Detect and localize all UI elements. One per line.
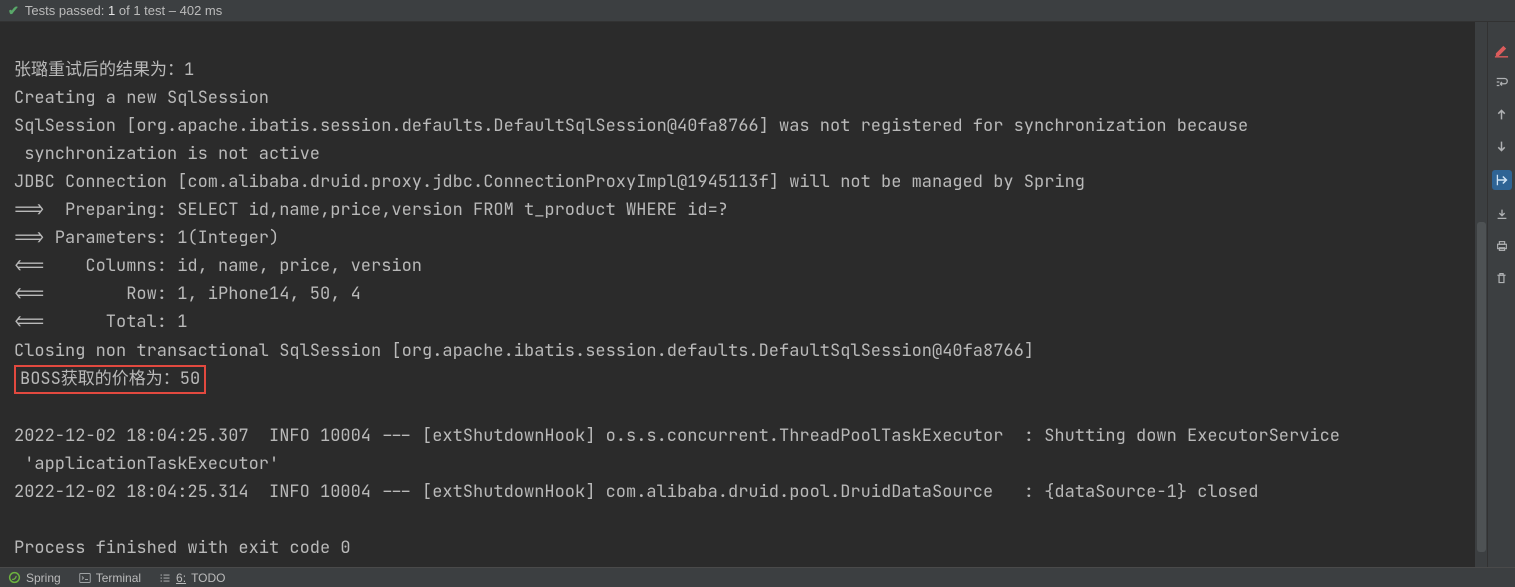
log-line: <== Columns: id, name, price, version	[14, 255, 422, 277]
console-output: 张璐重试后的结果为：1 Creating a new SqlSession Sq…	[0, 22, 1487, 567]
highlighted-log-line: BOSS获取的价格为：50	[14, 365, 206, 395]
export-icon[interactable]	[1494, 206, 1510, 222]
log-line: Process finished with exit code 0	[14, 537, 351, 559]
log-line: synchronization is not active	[14, 143, 320, 165]
tests-passed-label: Tests passed: 1 of 1 test – 402 ms	[25, 3, 222, 18]
trash-icon[interactable]	[1494, 270, 1510, 286]
log-line: 张璐重试后的结果为：1	[14, 59, 194, 81]
log-line: ==> Parameters: 1(Integer)	[14, 227, 279, 249]
test-status-bar: ✔ Tests passed: 1 of 1 test – 402 ms	[0, 0, 1515, 22]
console-scroll-area[interactable]: 张璐重试后的结果为：1 Creating a new SqlSession Sq…	[0, 22, 1487, 567]
log-line: Closing non transactional SqlSession [or…	[14, 340, 1034, 362]
log-line: SqlSession [org.apache.ibatis.session.de…	[14, 115, 1248, 137]
right-tool-gutter	[1487, 22, 1515, 567]
log-line: <== Total: 1	[14, 311, 187, 333]
scroll-to-end-icon[interactable]	[1492, 170, 1512, 190]
todo-icon	[159, 572, 171, 584]
log-line: 2022-12-02 18:04:25.314 INFO 10004 --- […	[14, 481, 1258, 503]
terminal-tab-button[interactable]: Terminal	[79, 571, 141, 585]
log-line: JDBC Connection [com.alibaba.druid.proxy…	[14, 171, 1085, 193]
spring-label: Spring	[26, 571, 61, 585]
terminal-label: Terminal	[96, 571, 141, 585]
todo-tab-button[interactable]: 6: TODO	[159, 571, 225, 585]
log-line: Creating a new SqlSession	[14, 87, 269, 109]
soft-wrap-icon[interactable]	[1494, 74, 1510, 90]
print-icon[interactable]	[1494, 238, 1510, 254]
tests-of: of 1 test –	[119, 3, 176, 18]
log-line: 2022-12-02 18:04:25.307 INFO 10004 --- […	[14, 425, 1340, 447]
log-line: 'applicationTaskExecutor'	[14, 453, 279, 475]
tests-prefix: Tests passed:	[25, 3, 105, 18]
terminal-icon	[79, 572, 91, 584]
checkmark-icon: ✔	[8, 3, 19, 19]
scrollbar-thumb[interactable]	[1477, 222, 1486, 552]
tests-time: 402 ms	[180, 3, 223, 18]
todo-number: 6:	[176, 571, 186, 585]
scroll-up-icon[interactable]	[1494, 106, 1510, 122]
bottom-tool-bar: Spring Terminal 6: TODO	[0, 567, 1515, 587]
log-line: ==> Preparing: SELECT id,name,price,vers…	[14, 199, 728, 221]
spring-icon	[8, 571, 21, 584]
todo-label: TODO	[191, 571, 225, 585]
scroll-down-icon[interactable]	[1494, 138, 1510, 154]
log-line: <== Row: 1, iPhone14, 50, 4	[14, 283, 361, 305]
main-area: 张璐重试后的结果为：1 Creating a new SqlSession Sq…	[0, 22, 1515, 567]
pencil-icon[interactable]	[1494, 42, 1510, 58]
scrollbar-track[interactable]	[1475, 22, 1487, 567]
tests-count: 1	[108, 3, 115, 18]
spring-tab-button[interactable]: Spring	[8, 571, 61, 585]
